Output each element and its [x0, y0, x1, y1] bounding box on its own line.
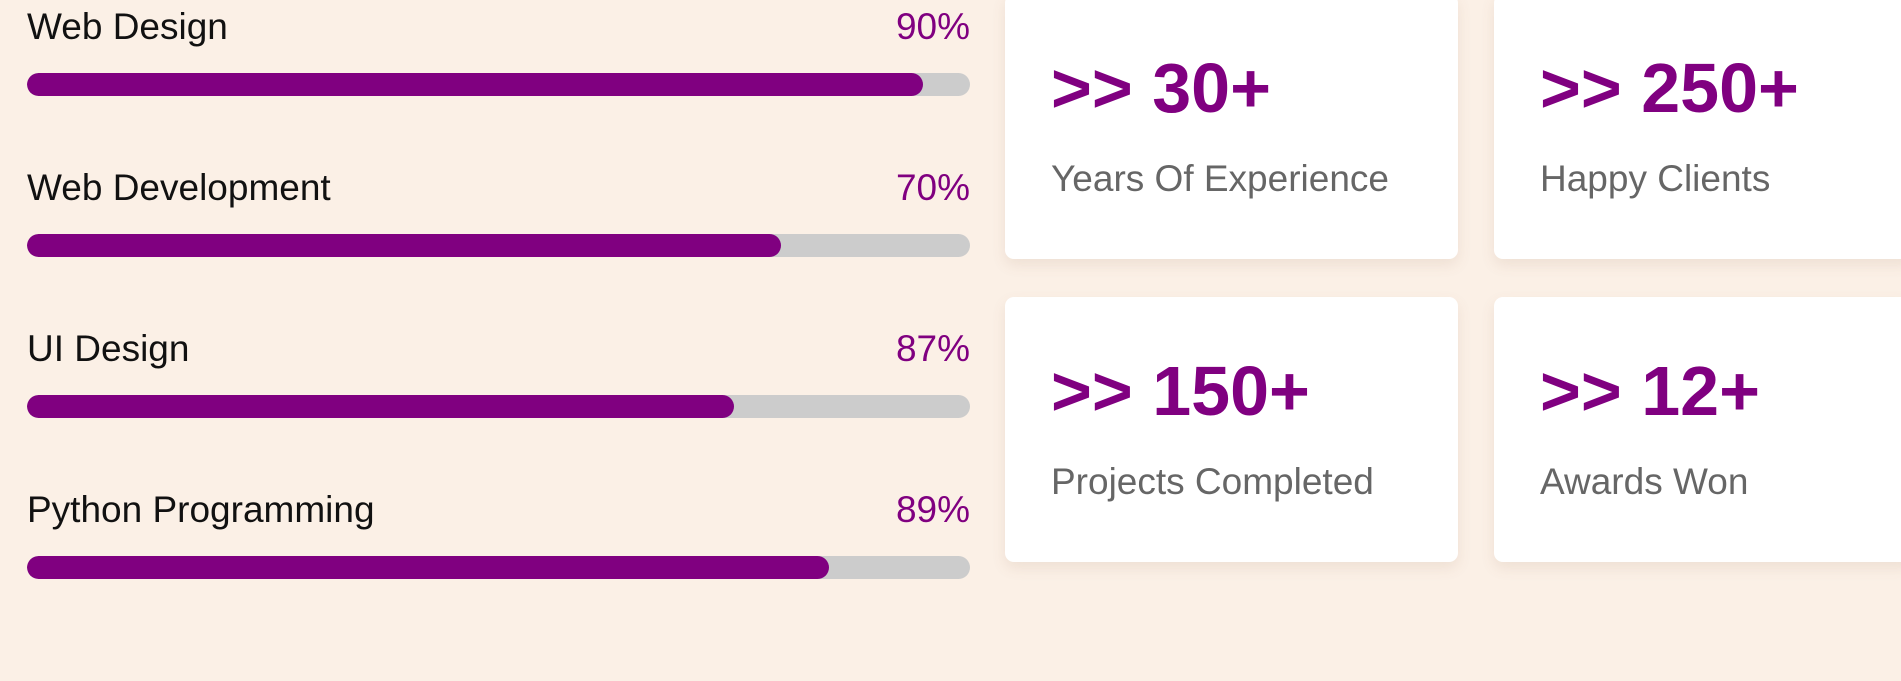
stat-label: Happy Clients	[1540, 158, 1771, 199]
progress-fill	[27, 395, 735, 418]
skill-python-programming: Python Programming 89%	[27, 483, 970, 644]
stat-card-experience: >> 30+ Years Of Experience	[1005, 0, 1458, 259]
progress-fill	[27, 234, 782, 257]
skill-percent: 89%	[895, 489, 970, 530]
stat-label: Awards Won	[1540, 461, 1749, 502]
progress-fill	[27, 73, 923, 96]
progress-track	[27, 395, 970, 418]
stat-value: >> 30+	[1051, 49, 1271, 127]
skill-web-design: Web Design 90%	[27, 0, 970, 161]
stat-value: >> 12+	[1540, 352, 1760, 430]
stat-value: >> 250+	[1540, 49, 1799, 127]
stat-card-projects: >> 150+ Projects Completed	[1005, 297, 1458, 562]
stat-value: >> 150+	[1051, 352, 1310, 430]
stat-card-awards: >> 12+ Awards Won	[1494, 297, 1901, 562]
skill-ui-design: UI Design 87%	[27, 322, 970, 483]
skill-name: Python Programming	[27, 489, 375, 530]
progress-fill	[27, 556, 829, 579]
progress-track	[27, 234, 970, 257]
skill-web-development: Web Development 70%	[27, 161, 970, 322]
skill-percent: 87%	[895, 328, 970, 369]
stat-label: Years Of Experience	[1051, 158, 1389, 199]
stat-card-clients: >> 250+ Happy Clients	[1494, 0, 1901, 259]
skill-percent: 90%	[895, 6, 970, 47]
skill-percent: 70%	[895, 167, 970, 208]
stat-label: Projects Completed	[1051, 461, 1374, 502]
progress-track	[27, 556, 970, 579]
progress-track	[27, 73, 970, 96]
skills-section: Web Design 90% Web Development 70% UI De…	[27, 0, 970, 644]
skill-name: UI Design	[27, 328, 190, 369]
skill-name: Web Design	[27, 6, 228, 47]
skill-name: Web Development	[27, 167, 331, 208]
